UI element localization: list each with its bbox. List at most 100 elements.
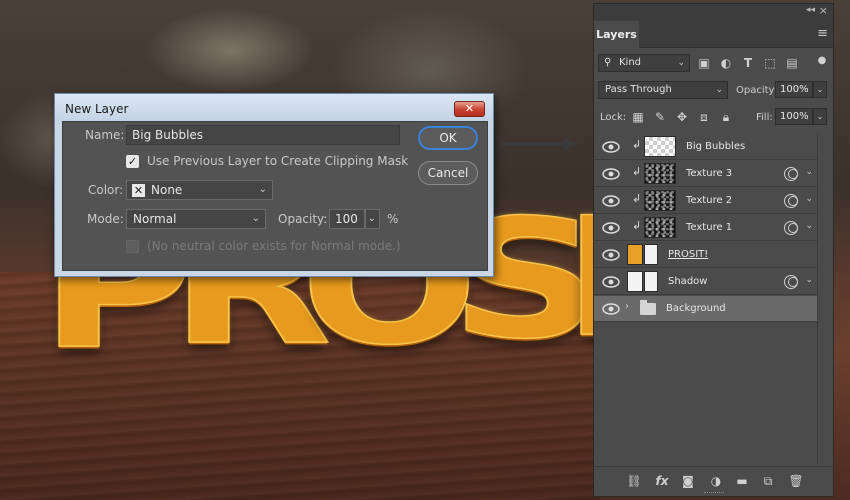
layer-name: Texture 3 xyxy=(686,168,733,179)
layer-effects-icon[interactable] xyxy=(784,167,798,181)
close-button[interactable]: ✕ xyxy=(454,101,485,117)
blend-mode-select[interactable]: Pass Through ⌄ xyxy=(598,81,728,99)
chevron-down-icon: ⌄ xyxy=(677,58,685,68)
layer-mask-thumbnail xyxy=(644,244,658,265)
ok-button[interactable]: OK xyxy=(418,126,478,150)
layer-row-prosit[interactable]: PROSIT! xyxy=(594,242,818,268)
layer-row-background[interactable]: › Background xyxy=(594,296,818,322)
clipping-arrow-icon: ↲ xyxy=(632,192,642,205)
visibility-eye-icon[interactable] xyxy=(602,221,620,235)
chevron-down-icon: ⌄ xyxy=(715,85,723,95)
layer-effects-icon[interactable] xyxy=(784,194,798,208)
lock-image-icon[interactable]: ✎ xyxy=(652,110,668,124)
adjustment-layer-icon[interactable]: ◑ xyxy=(708,474,724,488)
panel-opacity-input[interactable]: 100% xyxy=(775,81,813,98)
lock-transparent-icon[interactable]: ▦ xyxy=(630,110,646,124)
layer-row-texture-3[interactable]: ↲ Texture 3 ⌄ xyxy=(594,161,818,187)
folder-icon xyxy=(640,300,656,315)
layer-thumbnail xyxy=(627,244,643,265)
opacity-label: Opacity: xyxy=(278,212,328,226)
layer-row-big-bubbles[interactable]: ↲ Big Bubbles xyxy=(594,134,818,160)
clipping-arrow-icon: ↲ xyxy=(632,165,642,178)
blend-mode-value: Pass Through xyxy=(605,84,672,95)
name-label: Name: xyxy=(85,128,125,142)
opacity-input[interactable]: 100 xyxy=(329,209,365,229)
new-group-icon[interactable]: ▬ xyxy=(734,474,750,488)
opacity-dropdown[interactable]: ⌄ xyxy=(365,209,380,229)
fill-input[interactable]: 100% xyxy=(775,108,813,125)
filter-kind-value: Kind xyxy=(619,57,642,68)
pixel-filter-icon[interactable]: ▣ xyxy=(696,56,712,70)
resize-grip[interactable] xyxy=(704,492,724,494)
clipping-mask-checkbox[interactable]: ✓ xyxy=(126,155,139,168)
lock-position-icon[interactable]: ✥ xyxy=(674,110,690,124)
visibility-eye-icon[interactable] xyxy=(602,275,620,289)
fill-dropdown[interactable]: ⌄ xyxy=(813,108,827,125)
layer-thumbnail xyxy=(644,163,676,184)
chevron-down-icon[interactable]: ⌄ xyxy=(805,221,813,231)
tab-layers[interactable]: Layers xyxy=(594,21,639,48)
filter-toggle-icon[interactable]: ● xyxy=(814,54,830,68)
layer-effects-icon[interactable] xyxy=(784,275,798,289)
layer-name: Background xyxy=(666,303,726,314)
layers-scrollbar[interactable] xyxy=(817,134,833,464)
lock-artboard-icon[interactable]: ⧈ xyxy=(696,110,712,124)
name-input[interactable]: Big Bubbles xyxy=(126,125,400,145)
mode-select[interactable]: Normal ⌄ xyxy=(126,209,266,229)
clipping-mask-label: Use Previous Layer to Create Clipping Ma… xyxy=(147,154,409,168)
layer-name: Texture 1 xyxy=(686,222,733,233)
type-filter-icon[interactable]: T xyxy=(740,56,756,70)
cancel-button[interactable]: Cancel xyxy=(418,161,478,185)
color-select[interactable]: ✕ None ⌄ xyxy=(126,180,273,200)
visibility-eye-icon[interactable] xyxy=(602,140,620,154)
neutral-color-label: (No neutral color exists for Normal mode… xyxy=(147,239,401,253)
smart-object-filter-icon[interactable]: ▤ xyxy=(784,56,800,70)
fx-icon[interactable]: fx xyxy=(654,474,670,488)
layer-row-texture-1[interactable]: ↲ Texture 1 ⌄ xyxy=(594,215,818,241)
chevron-down-icon[interactable]: ⌄ xyxy=(805,194,813,204)
layer-thumbnail xyxy=(644,190,676,211)
panel-opacity-dropdown[interactable]: ⌄ xyxy=(813,81,827,98)
visibility-eye-icon[interactable] xyxy=(602,302,620,316)
layer-name: Texture 2 xyxy=(686,195,733,206)
layer-effects-icon[interactable] xyxy=(784,221,798,235)
new-layer-icon[interactable]: ⧉ xyxy=(760,474,776,489)
layer-mask-thumbnail xyxy=(644,271,658,292)
dialog-titlebar[interactable]: New Layer ✕ xyxy=(55,94,493,121)
chevron-right-icon[interactable]: › xyxy=(625,301,629,312)
layer-filter-select[interactable]: ⚲ Kind ⌄ xyxy=(598,54,690,72)
layers-bottom-bar: ⛓︎ fx ◙ ◑ ▬ ⧉ 🗑︎ xyxy=(594,466,833,496)
layer-row-texture-2[interactable]: ↲ Texture 2 ⌄ xyxy=(594,188,818,214)
collapse-icon[interactable]: ◂◂ xyxy=(806,5,815,15)
search-icon: ⚲ xyxy=(604,57,612,68)
chevron-down-icon: ⌄ xyxy=(367,213,376,224)
visibility-eye-icon[interactable] xyxy=(602,194,620,208)
mode-value: Normal xyxy=(133,212,177,226)
color-label: Color: xyxy=(88,183,124,197)
panel-close-icon[interactable]: × xyxy=(819,4,828,17)
panel-menu-icon[interactable]: ≡ xyxy=(817,26,828,41)
visibility-eye-icon[interactable] xyxy=(602,248,620,262)
layer-name: Shadow xyxy=(668,276,708,287)
chevron-down-icon: ⌄ xyxy=(251,213,260,224)
lock-all-icon[interactable]: 🔒︎ xyxy=(718,110,734,124)
chevron-down-icon: ⌄ xyxy=(258,184,267,195)
chevron-down-icon[interactable]: ⌄ xyxy=(805,275,813,285)
layer-name: PROSIT! xyxy=(668,249,709,260)
add-mask-icon[interactable]: ◙ xyxy=(680,474,696,488)
layer-row-shadow[interactable]: Shadow ⌄ xyxy=(594,269,818,295)
opacity-unit: % xyxy=(387,212,399,226)
shape-filter-icon[interactable]: ⬚ xyxy=(762,56,778,70)
layer-thumbnail xyxy=(644,217,676,238)
chevron-down-icon[interactable]: ⌄ xyxy=(805,167,813,177)
link-layers-icon[interactable]: ⛓︎ xyxy=(626,474,642,488)
new-layer-dialog: New Layer ✕ Name: Big Bubbles ✓ Use Prev… xyxy=(54,93,494,277)
panel-tab-bar: Layers ≡ xyxy=(594,19,833,48)
panel-top-strip: ◂◂ × xyxy=(594,4,833,19)
dialog-content: Name: Big Bubbles ✓ Use Previous Layer t… xyxy=(62,121,488,271)
trash-icon[interactable]: 🗑︎ xyxy=(788,474,804,488)
visibility-eye-icon[interactable] xyxy=(602,167,620,181)
adjustment-filter-icon[interactable]: ◐ xyxy=(718,56,734,70)
clipping-arrow-icon: ↲ xyxy=(632,219,642,232)
mode-label: Mode: xyxy=(87,212,124,226)
